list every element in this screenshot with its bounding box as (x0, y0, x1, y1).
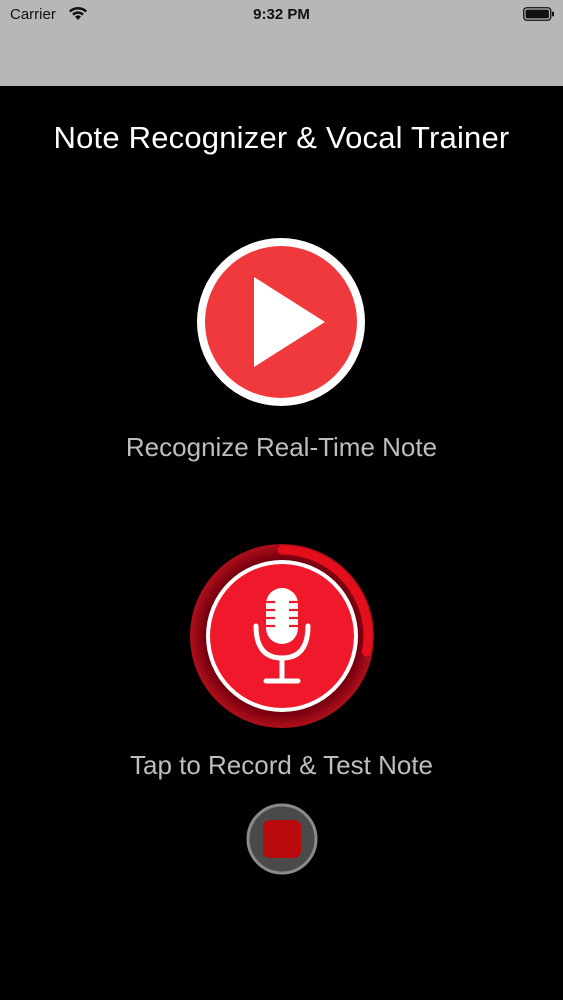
status-time: 9:32 PM (253, 6, 310, 23)
stop-icon (246, 803, 318, 875)
app-screen: Carrier 9:32 PM Note Recognizer & Vocal … (0, 0, 563, 1000)
status-bar: Carrier 9:32 PM (0, 0, 563, 86)
record-label: Tap to Record & Test Note (129, 750, 433, 780)
play-icon (197, 238, 365, 406)
record-button[interactable] (186, 540, 378, 732)
recognize-realtime-label: Recognize Real-Time Note (125, 432, 438, 462)
microphone-icon (190, 544, 374, 728)
stop-button[interactable] (246, 803, 318, 875)
recognize-realtime-button[interactable] (196, 237, 366, 407)
battery-icon (523, 7, 554, 21)
page-title: Note Recognizer & Vocal Trainer (53, 120, 510, 155)
